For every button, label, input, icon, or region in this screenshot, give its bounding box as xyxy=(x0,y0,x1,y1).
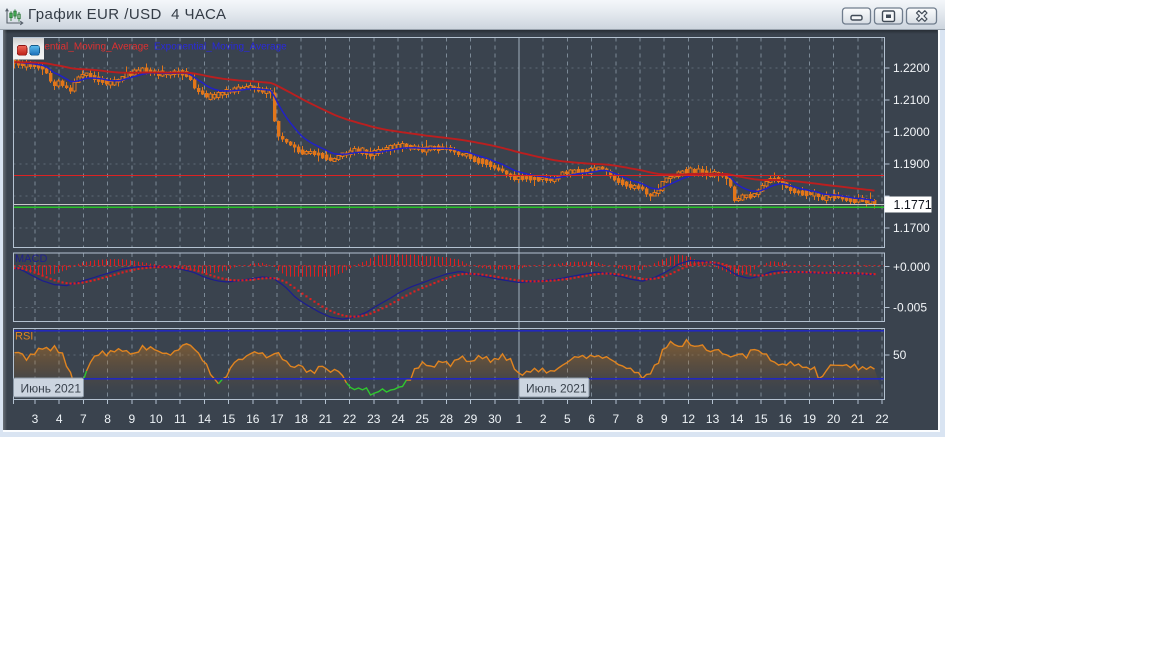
svg-text:29: 29 xyxy=(464,412,478,426)
svg-text:9: 9 xyxy=(128,412,135,426)
svg-text:-0.005: -0.005 xyxy=(893,301,927,315)
svg-text:12: 12 xyxy=(682,412,696,426)
svg-text:50: 50 xyxy=(893,348,907,362)
svg-text:22: 22 xyxy=(343,412,357,426)
svg-text:8: 8 xyxy=(637,412,644,426)
svg-text:2: 2 xyxy=(540,412,547,426)
svg-text:20: 20 xyxy=(827,412,841,426)
svg-text:22: 22 xyxy=(875,412,889,426)
svg-text:Июнь 2021: Июнь 2021 xyxy=(21,381,82,395)
svg-text:16: 16 xyxy=(779,412,793,426)
svg-text:1.2200: 1.2200 xyxy=(893,61,930,75)
svg-text:MACD: MACD xyxy=(15,253,47,265)
svg-text:23: 23 xyxy=(367,412,381,426)
svg-text:13: 13 xyxy=(706,412,720,426)
svg-text:16: 16 xyxy=(246,412,260,426)
svg-text:3: 3 xyxy=(32,412,39,426)
svg-text:1: 1 xyxy=(516,412,523,426)
svg-text:30: 30 xyxy=(488,412,502,426)
svg-text:19: 19 xyxy=(803,412,817,426)
svg-text:8: 8 xyxy=(104,412,111,426)
svg-text:17: 17 xyxy=(270,412,284,426)
svg-text:1.2100: 1.2100 xyxy=(893,93,930,107)
svg-text:10: 10 xyxy=(149,412,163,426)
svg-text:14: 14 xyxy=(730,412,744,426)
svg-text:18: 18 xyxy=(295,412,309,426)
svg-text:24: 24 xyxy=(391,412,405,426)
svg-text:5: 5 xyxy=(564,412,571,426)
svg-text:15: 15 xyxy=(222,412,236,426)
svg-text:7: 7 xyxy=(612,412,619,426)
svg-text:RSI: RSI xyxy=(15,331,33,343)
svg-text:4: 4 xyxy=(56,412,63,426)
svg-text:6: 6 xyxy=(588,412,595,426)
svg-text:1.1900: 1.1900 xyxy=(893,157,930,171)
svg-text:+0.000: +0.000 xyxy=(893,260,930,274)
svg-text:Июль 2021: Июль 2021 xyxy=(526,381,587,395)
svg-text:28: 28 xyxy=(440,412,454,426)
svg-text:11: 11 xyxy=(174,412,187,426)
svg-text:21: 21 xyxy=(319,412,333,426)
svg-text:15: 15 xyxy=(754,412,768,426)
svg-text:7: 7 xyxy=(80,412,87,426)
svg-text:9: 9 xyxy=(661,412,668,426)
svg-text:1.2000: 1.2000 xyxy=(893,125,930,139)
svg-text:21: 21 xyxy=(851,412,865,426)
svg-text:1.1700: 1.1700 xyxy=(893,221,930,235)
svg-text:1.1771: 1.1771 xyxy=(894,198,932,212)
svg-text:Exponential_Moving_Average: Exponential_Moving_Average xyxy=(154,42,287,53)
svg-text:25: 25 xyxy=(416,412,430,426)
svg-text:14: 14 xyxy=(198,412,212,426)
